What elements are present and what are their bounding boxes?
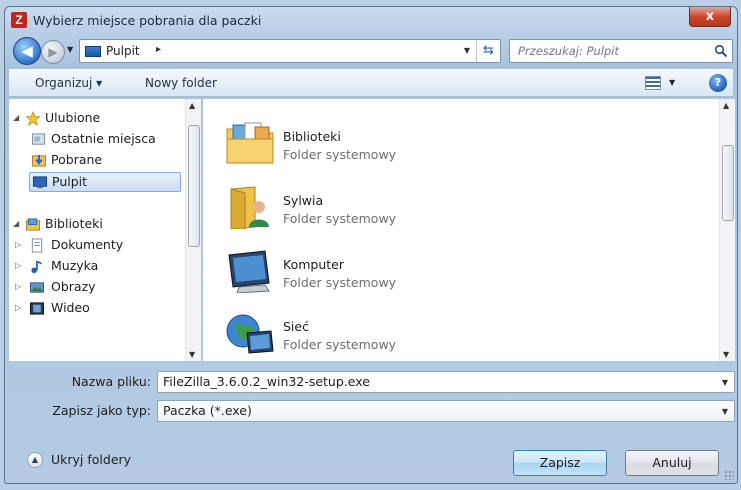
address-row: ◀ ▶ ▼ Pulpit ▸ ▼ ⇆ bbox=[5, 37, 737, 67]
file-list: Biblioteki Folder systemowy Sylwia Folde… bbox=[203, 99, 735, 361]
libraries-icon bbox=[25, 218, 41, 231]
file-name: Sylwia bbox=[283, 193, 324, 208]
expand-triangle-icon[interactable]: ▷ bbox=[15, 303, 21, 312]
close-button[interactable]: x bbox=[689, 7, 731, 27]
nav-scroll-thumb[interactable] bbox=[188, 125, 200, 247]
file-name: Biblioteki bbox=[283, 129, 341, 144]
filetype-dropdown-icon[interactable]: ▼ bbox=[722, 407, 728, 416]
navigation-pane: ◢ Ulubione Ostatnie miejsca Pobrane Pulp… bbox=[9, 99, 201, 361]
filename-value[interactable]: FileZilla_3.6.0.2_win32-setup.exe bbox=[163, 374, 370, 389]
address-bar[interactable]: Pulpit ▸ ▼ ⇆ bbox=[79, 39, 501, 63]
filetype-select[interactable]: Paczka (*.exe) ▼ bbox=[157, 400, 735, 422]
expand-triangle-icon[interactable]: ▷ bbox=[15, 282, 21, 291]
save-button[interactable]: Zapisz bbox=[513, 450, 607, 476]
search-box[interactable] bbox=[509, 39, 733, 63]
filezilla-icon: Z bbox=[11, 12, 27, 28]
file-scrollbar[interactable]: ▲ ▼ bbox=[719, 99, 735, 361]
forward-arrow-icon[interactable]: ▶ bbox=[41, 40, 65, 64]
expand-triangle-icon[interactable]: ▷ bbox=[15, 261, 21, 270]
search-input[interactable] bbox=[516, 43, 706, 59]
nav-item-label: Wideo bbox=[51, 300, 90, 315]
filename-field[interactable]: FileZilla_3.6.0.2_win32-setup.exe ▼ bbox=[157, 371, 735, 393]
nav-scrollbar[interactable]: ▲ ▼ bbox=[185, 99, 201, 361]
filetype-label: Zapisz jako typ: bbox=[52, 403, 151, 418]
file-scroll-thumb[interactable] bbox=[722, 145, 734, 221]
downloads-icon bbox=[31, 154, 47, 167]
nav-libraries-label: Biblioteki bbox=[45, 216, 103, 231]
nav-item-pictures[interactable]: ▷ Obrazy bbox=[15, 278, 179, 298]
help-icon[interactable]: ? bbox=[709, 74, 727, 92]
music-icon bbox=[31, 260, 42, 274]
file-item-libraries[interactable]: Biblioteki Folder systemowy bbox=[225, 119, 585, 175]
nav-libraries[interactable]: ◢ Biblioteki bbox=[9, 215, 183, 235]
libraries-folder-icon bbox=[226, 122, 274, 164]
view-dropdown-icon[interactable]: ▼ bbox=[669, 78, 675, 87]
filename-dropdown-icon[interactable]: ▼ bbox=[722, 378, 728, 387]
nav-item-label: Muzyka bbox=[51, 258, 99, 273]
cancel-button[interactable]: Anuluj bbox=[625, 450, 719, 476]
command-toolbar: Organizuj ▾ Nowy folder ▼ ? bbox=[9, 69, 733, 97]
breadcrumb-chevron-icon[interactable]: ▸ bbox=[156, 44, 161, 55]
nav-item-music[interactable]: ▷ Muzyka bbox=[15, 257, 179, 277]
filename-label: Nazwa pliku: bbox=[71, 374, 151, 389]
file-name: Sieć bbox=[283, 319, 309, 334]
back-arrow-icon[interactable]: ◀ bbox=[13, 37, 41, 65]
title-bar[interactable]: Z Wybierz miejsce pobrania dla paczki x bbox=[5, 7, 737, 35]
computer-icon bbox=[228, 250, 270, 293]
change-view-icon[interactable] bbox=[645, 76, 661, 90]
expand-triangle-icon[interactable]: ▷ bbox=[15, 240, 21, 249]
collapse-triangle-icon[interactable]: ◢ bbox=[13, 219, 19, 228]
nav-favorites-label: Ulubione bbox=[45, 110, 101, 125]
nav-item-documents[interactable]: ▷ Dokumenty bbox=[15, 236, 179, 256]
file-type: Folder systemowy bbox=[283, 147, 397, 162]
file-type: Folder systemowy bbox=[283, 211, 397, 226]
star-icon bbox=[25, 111, 41, 126]
nav-item-recent-places[interactable]: Ostatnie miejsca bbox=[29, 130, 179, 150]
nav-item-label: Pulpit bbox=[52, 174, 88, 189]
scroll-down-icon[interactable]: ▼ bbox=[189, 350, 195, 359]
nav-item-video[interactable]: ▷ Wideo bbox=[15, 299, 179, 319]
user-folder-icon bbox=[230, 186, 269, 229]
window-title: Wybierz miejsce pobrania dla paczki bbox=[33, 13, 262, 28]
desktop-icon bbox=[32, 176, 48, 189]
pictures-icon bbox=[29, 282, 45, 293]
file-type: Folder systemowy bbox=[283, 275, 397, 290]
resize-grip-icon[interactable] bbox=[724, 470, 734, 480]
address-dropdown-icon[interactable]: ▼ bbox=[464, 46, 470, 55]
recent-places-icon bbox=[31, 133, 46, 145]
nav-item-label: Dokumenty bbox=[51, 237, 124, 252]
breadcrumb-desktop[interactable]: Pulpit bbox=[106, 44, 140, 58]
filetype-value: Paczka (*.exe) bbox=[163, 403, 252, 418]
scroll-down-icon[interactable]: ▼ bbox=[723, 350, 729, 359]
hide-folders-label: Ukryj foldery bbox=[51, 452, 132, 467]
documents-icon bbox=[31, 238, 43, 253]
nav-item-label: Ostatnie miejsca bbox=[51, 131, 156, 146]
nav-item-label: Obrazy bbox=[51, 279, 96, 294]
scroll-up-icon[interactable]: ▲ bbox=[189, 101, 195, 110]
nav-item-downloads[interactable]: Pobrane bbox=[29, 151, 179, 171]
organize-button[interactable]: Organizuj ▾ bbox=[35, 76, 102, 90]
nav-item-label: Pobrane bbox=[51, 152, 103, 167]
video-icon bbox=[29, 302, 45, 315]
file-type: Folder systemowy bbox=[283, 337, 397, 352]
chevron-up-icon: ▲ bbox=[27, 452, 43, 468]
collapse-triangle-icon[interactable]: ◢ bbox=[13, 113, 19, 122]
file-item-user[interactable]: Sylwia Folder systemowy bbox=[225, 183, 585, 239]
history-dropdown-icon[interactable]: ▼ bbox=[67, 45, 73, 54]
network-icon bbox=[226, 314, 274, 354]
desktop-icon bbox=[85, 46, 101, 57]
search-icon[interactable] bbox=[714, 44, 728, 58]
new-folder-button[interactable]: Nowy folder bbox=[145, 76, 217, 90]
nav-item-desktop[interactable]: Pulpit bbox=[29, 172, 181, 192]
file-item-computer[interactable]: Komputer Folder systemowy bbox=[225, 247, 585, 303]
file-name: Komputer bbox=[283, 257, 344, 272]
refresh-icon[interactable]: ⇆ bbox=[476, 40, 500, 62]
file-item-network[interactable]: Sieć Folder systemowy bbox=[225, 309, 585, 365]
scroll-up-icon[interactable]: ▲ bbox=[723, 101, 729, 110]
save-dialog: Z Wybierz miejsce pobrania dla paczki x … bbox=[4, 6, 738, 484]
nav-favorites[interactable]: ◢ Ulubione bbox=[9, 109, 183, 129]
